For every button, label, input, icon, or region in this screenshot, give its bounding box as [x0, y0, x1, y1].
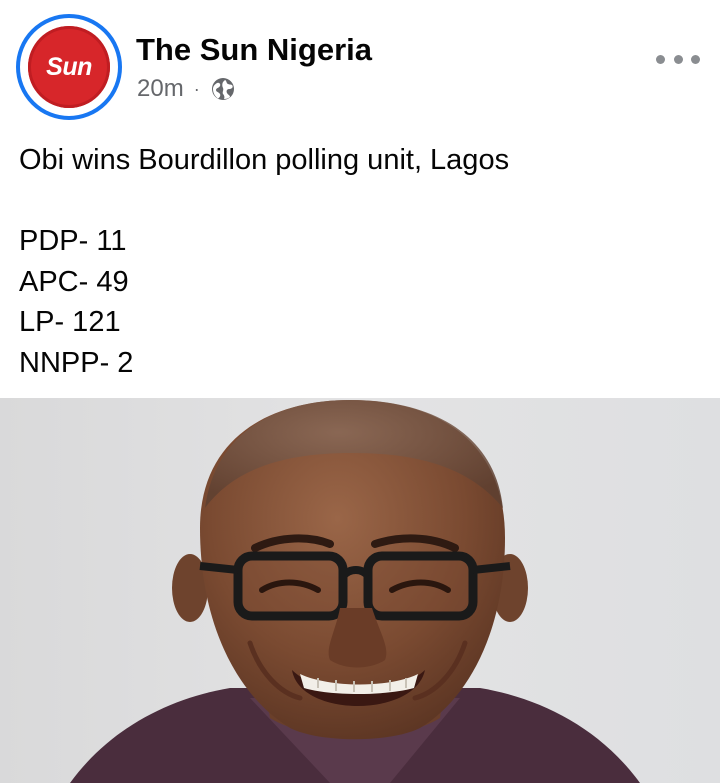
page-avatar[interactable]: Sun	[16, 14, 122, 120]
result-line-nnpp: NNPP- 2	[19, 346, 134, 379]
post-header: Sun The Sun Nigeria 20m ·	[0, 0, 720, 120]
more-options-icon	[656, 54, 665, 64]
meta-separator: ·	[193, 78, 200, 99]
sun-logo-text: Sun	[46, 52, 92, 81]
post-timestamp[interactable]: 20m	[137, 75, 184, 103]
more-options-icon-dot	[691, 54, 700, 64]
result-line-apc: APC- 49	[19, 265, 129, 298]
facebook-post: Sun The Sun Nigeria 20m · Obi wins Bourd…	[0, 0, 720, 783]
post-headline: Obi wins Bourdillon polling unit, Lagos	[19, 144, 510, 176]
post-text: Obi wins Bourdillon polling unit, Lagos …	[19, 140, 699, 383]
sun-logo: Sun	[28, 26, 110, 108]
more-options-button[interactable]	[656, 44, 700, 74]
post-text-spacer	[19, 181, 699, 222]
page-name-link[interactable]: The Sun Nigeria	[136, 32, 372, 68]
result-line-pdp: PDP- 11	[19, 225, 127, 257]
post-photo[interactable]	[0, 398, 720, 783]
post-meta: 20m ·	[137, 74, 236, 104]
portrait-illustration	[0, 398, 720, 783]
more-options-icon-dot	[673, 54, 683, 64]
result-line-lp: LP- 121	[19, 306, 121, 338]
globe-icon[interactable]	[210, 76, 236, 102]
